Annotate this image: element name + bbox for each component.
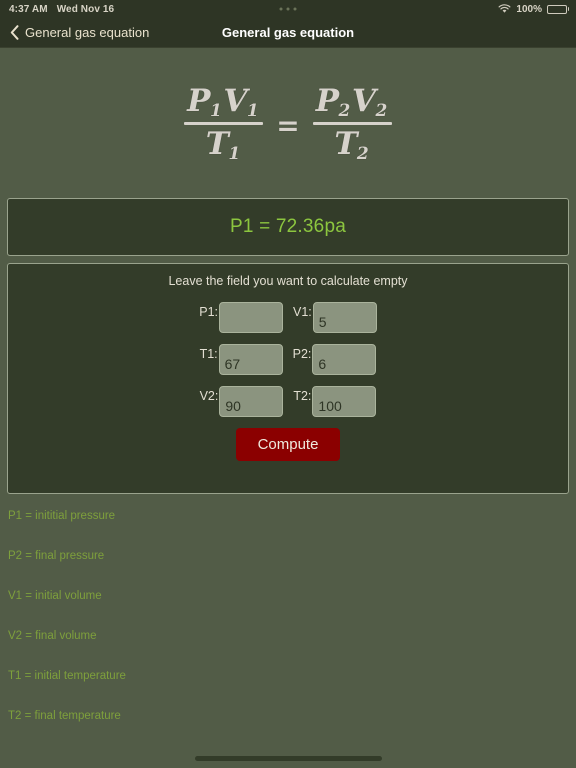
- field-label-p2: P2:: [292, 347, 312, 361]
- dot: [293, 7, 297, 11]
- legend-item: P2 = final pressure: [8, 550, 105, 563]
- dot: [286, 7, 290, 11]
- status-time: 4:37 AM: [9, 3, 48, 15]
- gas-law-equation: P1V1 T1 = P2V2 T2: [184, 83, 392, 164]
- status-date: Wed Nov 16: [56, 3, 115, 15]
- status-bar: 4:37 AM Wed Nov 16 100%: [0, 0, 576, 18]
- subscript-2: 2: [338, 101, 351, 122]
- fraction-bar: [312, 121, 392, 125]
- compute-button[interactable]: Compute: [235, 428, 341, 461]
- status-bar-right: 100%: [498, 4, 567, 15]
- field-label-t1: T1:: [199, 347, 218, 361]
- field-label-v1: V1:: [293, 305, 312, 319]
- fraction-bar: [184, 121, 264, 125]
- equation-right-denominator: T2: [331, 125, 373, 164]
- input-v2[interactable]: [219, 386, 284, 417]
- symbol-t1: T: [205, 125, 230, 162]
- input-p2[interactable]: [312, 344, 377, 375]
- field-t2: T2:: [293, 386, 377, 417]
- field-v1: V1:: [293, 302, 377, 333]
- calculator-form-panel: Leave the field you want to calculate em…: [7, 263, 569, 494]
- input-t2[interactable]: [312, 386, 377, 417]
- dot: [279, 7, 283, 11]
- legend-item: T2 = final temperature: [8, 710, 121, 723]
- field-p2: P2:: [293, 344, 377, 375]
- result-panel: P1 = 72.36pa: [7, 198, 569, 256]
- subscript-1: 1: [209, 101, 223, 122]
- symbol-p2: P: [315, 83, 340, 120]
- compute-button-wrap: Compute: [8, 428, 568, 461]
- field-label-t2: T2:: [293, 389, 312, 403]
- legend-item: P1 = inititial pressure: [8, 510, 116, 522]
- subscript-2: 2: [375, 101, 388, 122]
- navigation-bar: General gas equation General gas equatio…: [0, 18, 576, 48]
- symbol-p1: P: [187, 83, 211, 120]
- symbol-v1: V: [223, 83, 248, 120]
- wifi-icon: [498, 4, 511, 13]
- field-row-1: P1: V1:: [8, 302, 568, 333]
- field-row-3: V2: T2:: [8, 386, 568, 417]
- input-v1[interactable]: [312, 302, 377, 333]
- equation-left-denominator: T1: [203, 125, 245, 164]
- subscript-1: 1: [228, 143, 241, 164]
- input-t1[interactable]: [218, 344, 283, 375]
- subscript-2: 2: [356, 143, 370, 164]
- equation-right-numerator: P2V2: [313, 83, 392, 122]
- field-v2: V2:: [200, 386, 284, 417]
- equation-left-fraction: P1V1 T1: [184, 83, 264, 164]
- chevron-left-icon: [10, 25, 19, 40]
- multitask-dots-icon[interactable]: [279, 7, 297, 11]
- result-text: P1 = 72.36pa: [230, 216, 346, 237]
- legend-item: V2 = final volume: [8, 630, 97, 643]
- home-indicator-wrap: [0, 756, 576, 761]
- equals-sign: =: [276, 108, 300, 142]
- field-label-v2: V2:: [199, 389, 219, 403]
- battery-icon: [547, 4, 567, 14]
- form-hint-label: Leave the field you want to calculate em…: [168, 274, 408, 288]
- status-bar-left: 4:37 AM Wed Nov 16: [9, 4, 114, 15]
- symbol-t2: T: [334, 125, 358, 162]
- back-button[interactable]: General gas equation: [10, 25, 149, 40]
- equation-area: P1V1 T1 = P2V2 T2: [0, 48, 576, 198]
- home-indicator[interactable]: [194, 756, 382, 761]
- field-t1: T1:: [200, 344, 283, 375]
- legend-item: V1 = initial volume: [8, 590, 102, 603]
- legend-item: T1 = initial temperature: [8, 670, 126, 683]
- field-row-2: T1: P2:: [8, 344, 568, 375]
- field-p1: P1:: [199, 302, 283, 333]
- legend-list: P1 = inititial pressure P2 = final press…: [0, 504, 576, 729]
- equation-left-numerator: P1V1: [184, 83, 263, 122]
- main-content: P1V1 T1 = P2V2 T2 P1 = 72.36pa Leave the…: [0, 48, 576, 767]
- field-label-p1: P1:: [199, 305, 218, 319]
- battery-percent-label: 100%: [516, 3, 542, 15]
- symbol-v2: V: [351, 83, 377, 120]
- subscript-1: 1: [246, 101, 260, 122]
- back-button-label: General gas equation: [25, 25, 150, 40]
- equation-right-fraction: P2V2 T2: [312, 83, 392, 164]
- input-p1[interactable]: [219, 302, 283, 333]
